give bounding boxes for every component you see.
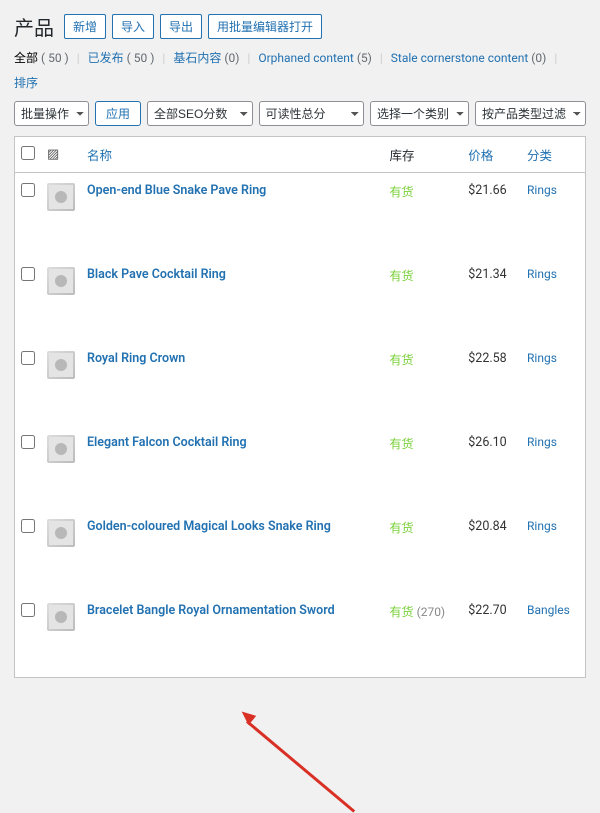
stock-qty: (270) <box>417 605 446 619</box>
product-price: $22.58 <box>468 351 506 366</box>
row-checkbox[interactable] <box>21 267 35 281</box>
table-row: Bracelet Bangle Royal Ornamentation Swor… <box>15 593 586 678</box>
column-category: 分类 <box>521 137 585 173</box>
product-price: $20.84 <box>468 519 506 534</box>
stock-status: 有货 <box>389 353 413 367</box>
column-stock: 库存 <box>383 137 462 173</box>
stock-status: 有货 <box>389 437 413 451</box>
table-row: Golden-coloured Magical Looks Snake Ring… <box>15 509 586 593</box>
product-price: $26.10 <box>468 435 506 450</box>
apply-button[interactable]: 应用 <box>95 101 141 126</box>
stock-status: 有货 <box>389 269 413 283</box>
filter-stale[interactable]: Stale cornerstone content <box>391 51 529 65</box>
stock-status: 有货 <box>389 185 413 199</box>
filter-stale-count: (0) <box>531 51 546 65</box>
product-thumbnail[interactable] <box>47 519 75 547</box>
product-name-link[interactable]: Black Pave Cocktail Ring <box>87 267 226 282</box>
product-thumbnail[interactable] <box>47 351 75 379</box>
product-thumbnail[interactable] <box>47 183 75 211</box>
product-type-select[interactable]: 按产品类型过滤 <box>475 101 586 126</box>
table-row: Black Pave Cocktail Ring 有货 $21.34 Rings <box>15 257 586 341</box>
stock-status: 有货 <box>389 605 413 619</box>
category-link[interactable]: Rings <box>527 351 557 365</box>
product-name-link[interactable]: Golden-coloured Magical Looks Snake Ring <box>87 519 331 534</box>
category-link[interactable]: Rings <box>527 519 557 533</box>
category-select[interactable]: 选择一个类别 <box>370 101 469 126</box>
filter-published-count: ( 50 ) <box>127 51 155 65</box>
row-checkbox[interactable] <box>21 435 35 449</box>
filter-sort[interactable]: 排序 <box>14 74 38 91</box>
products-table: ▨ 名称 库存 价格 分类 Open-end Blue Snake Pave R… <box>14 136 586 678</box>
category-link[interactable]: Rings <box>527 267 557 281</box>
filter-all[interactable]: 全部 <box>14 51 38 65</box>
export-button[interactable]: 导出 <box>160 14 202 39</box>
product-name-link[interactable]: Elegant Falcon Cocktail Ring <box>87 435 247 450</box>
product-price: $21.66 <box>468 183 506 198</box>
select-all-checkbox[interactable] <box>21 146 35 160</box>
filter-cornerstone-count: (0) <box>224 51 239 65</box>
filter-cornerstone[interactable]: 基石内容 <box>173 51 221 65</box>
import-button[interactable]: 导入 <box>112 14 154 39</box>
row-checkbox[interactable] <box>21 519 35 533</box>
product-price: $22.70 <box>468 603 506 618</box>
product-thumbnail[interactable] <box>47 603 75 631</box>
add-button[interactable]: 新增 <box>64 14 106 39</box>
product-price: $21.34 <box>468 267 506 282</box>
product-thumbnail[interactable] <box>47 267 75 295</box>
filter-orphaned-count: (5) <box>357 51 372 65</box>
seo-score-select[interactable]: 全部SEO分数 <box>147 101 253 126</box>
row-checkbox[interactable] <box>21 183 35 197</box>
bulk-action-select[interactable]: 批量操作 <box>14 101 89 126</box>
image-column-icon: ▨ <box>47 147 59 162</box>
filter-all-count: ( 50 ) <box>41 51 69 65</box>
row-checkbox[interactable] <box>21 351 35 365</box>
category-link[interactable]: Rings <box>527 183 557 197</box>
table-row: Elegant Falcon Cocktail Ring 有货 $26.10 R… <box>15 425 586 509</box>
product-name-link[interactable]: Royal Ring Crown <box>87 351 185 366</box>
product-thumbnail[interactable] <box>47 435 75 463</box>
table-row: Royal Ring Crown 有货 $22.58 Rings <box>15 341 586 425</box>
table-row: Open-end Blue Snake Pave Ring 有货 $21.66 … <box>15 173 586 258</box>
row-checkbox[interactable] <box>21 603 35 617</box>
column-name[interactable]: 名称 <box>87 149 112 164</box>
column-price[interactable]: 价格 <box>468 149 493 164</box>
bulk-editor-button[interactable]: 用批量编辑器打开 <box>208 14 322 39</box>
product-name-link[interactable]: Bracelet Bangle Royal Ornamentation Swor… <box>87 603 335 618</box>
stock-status: 有货 <box>389 521 413 535</box>
page-title: 产品 <box>14 12 54 41</box>
category-link[interactable]: Bangles <box>527 603 570 617</box>
status-filters: 全部 ( 50 ) | 已发布 ( 50 ) | 基石内容 (0) | Orph… <box>14 49 586 91</box>
product-name-link[interactable]: Open-end Blue Snake Pave Ring <box>87 183 266 198</box>
filter-published[interactable]: 已发布 <box>88 51 124 65</box>
readability-select[interactable]: 可读性总分 <box>259 101 365 126</box>
category-link[interactable]: Rings <box>527 435 557 449</box>
filter-orphaned[interactable]: Orphaned content <box>258 51 354 65</box>
